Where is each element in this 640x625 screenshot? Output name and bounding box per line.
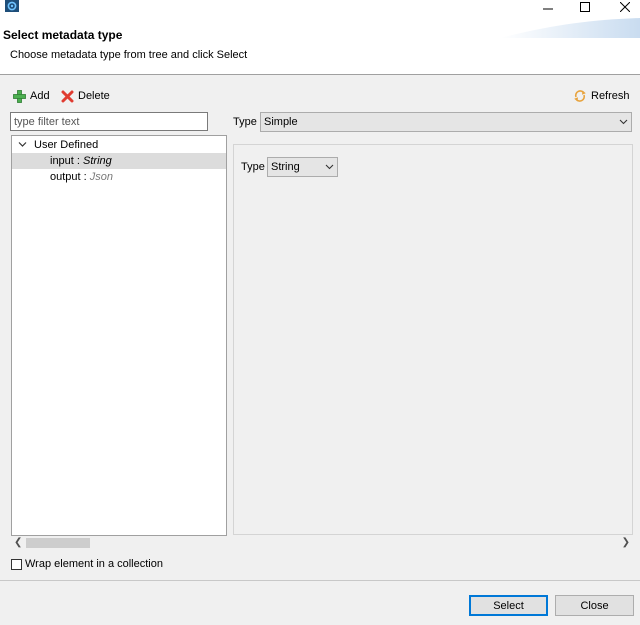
refresh-icon (574, 90, 586, 102)
delete-x-icon (61, 90, 74, 102)
tree-item-type: Json (89, 171, 114, 183)
plus-icon (13, 89, 26, 103)
refresh-label: Refresh (591, 90, 630, 102)
type-label: Type (233, 116, 257, 128)
maximize-icon[interactable] (573, 0, 597, 13)
tree-item-type: String (83, 155, 112, 167)
dialog-header: Select metadata type Choose metadata typ… (0, 14, 640, 75)
footer-divider (0, 580, 640, 581)
header-banner-decoration (500, 18, 640, 38)
tree-item-name: output (50, 171, 81, 183)
wrap-collection-label[interactable]: Wrap element in a collection (25, 558, 163, 570)
type-detail-panel (233, 144, 633, 535)
app-icon (5, 0, 19, 12)
type-select-value: Simple (264, 116, 298, 128)
add-label: Add (30, 90, 50, 102)
select-button[interactable]: Select (469, 595, 548, 616)
dialog-title: Select metadata type (3, 28, 123, 42)
metadata-tree[interactable]: User Defined input : String output : Jso… (11, 135, 227, 536)
chevron-down-icon[interactable] (18, 141, 27, 148)
tree-item-separator: : (80, 171, 90, 183)
inner-type-select[interactable]: String (267, 157, 338, 177)
horizontal-scrollbar[interactable]: ❮ ❯ (11, 536, 633, 550)
delete-label: Delete (78, 90, 110, 102)
scroll-left-icon[interactable]: ❮ (14, 537, 22, 548)
delete-button[interactable]: Delete (61, 87, 110, 105)
filter-input[interactable] (10, 112, 208, 131)
tree-root-user-defined[interactable]: User Defined (12, 137, 226, 153)
tree-item-name: input (50, 155, 74, 167)
tree-item-input[interactable]: input : String (12, 153, 226, 169)
chevron-down-icon (321, 158, 337, 176)
add-button[interactable]: Add (13, 87, 50, 105)
inner-type-select-value: String (271, 161, 300, 173)
refresh-button[interactable]: Refresh (573, 87, 630, 105)
minimize-icon[interactable] (536, 0, 560, 13)
wrap-collection-checkbox[interactable] (11, 559, 22, 570)
type-select[interactable]: Simple (260, 112, 632, 132)
close-button[interactable]: Close (555, 595, 634, 616)
tree-item-separator: : (73, 155, 84, 167)
chevron-down-icon (615, 113, 631, 131)
tree-item-output[interactable]: output : Json (12, 169, 226, 185)
scroll-right-icon[interactable]: ❯ (622, 537, 630, 548)
close-icon[interactable] (613, 0, 637, 13)
dialog-subtitle: Choose metadata type from tree and click… (10, 49, 248, 61)
scrollbar-thumb[interactable] (26, 538, 90, 548)
inner-type-label: Type (241, 161, 265, 173)
tree-root-label: User Defined (34, 139, 99, 151)
